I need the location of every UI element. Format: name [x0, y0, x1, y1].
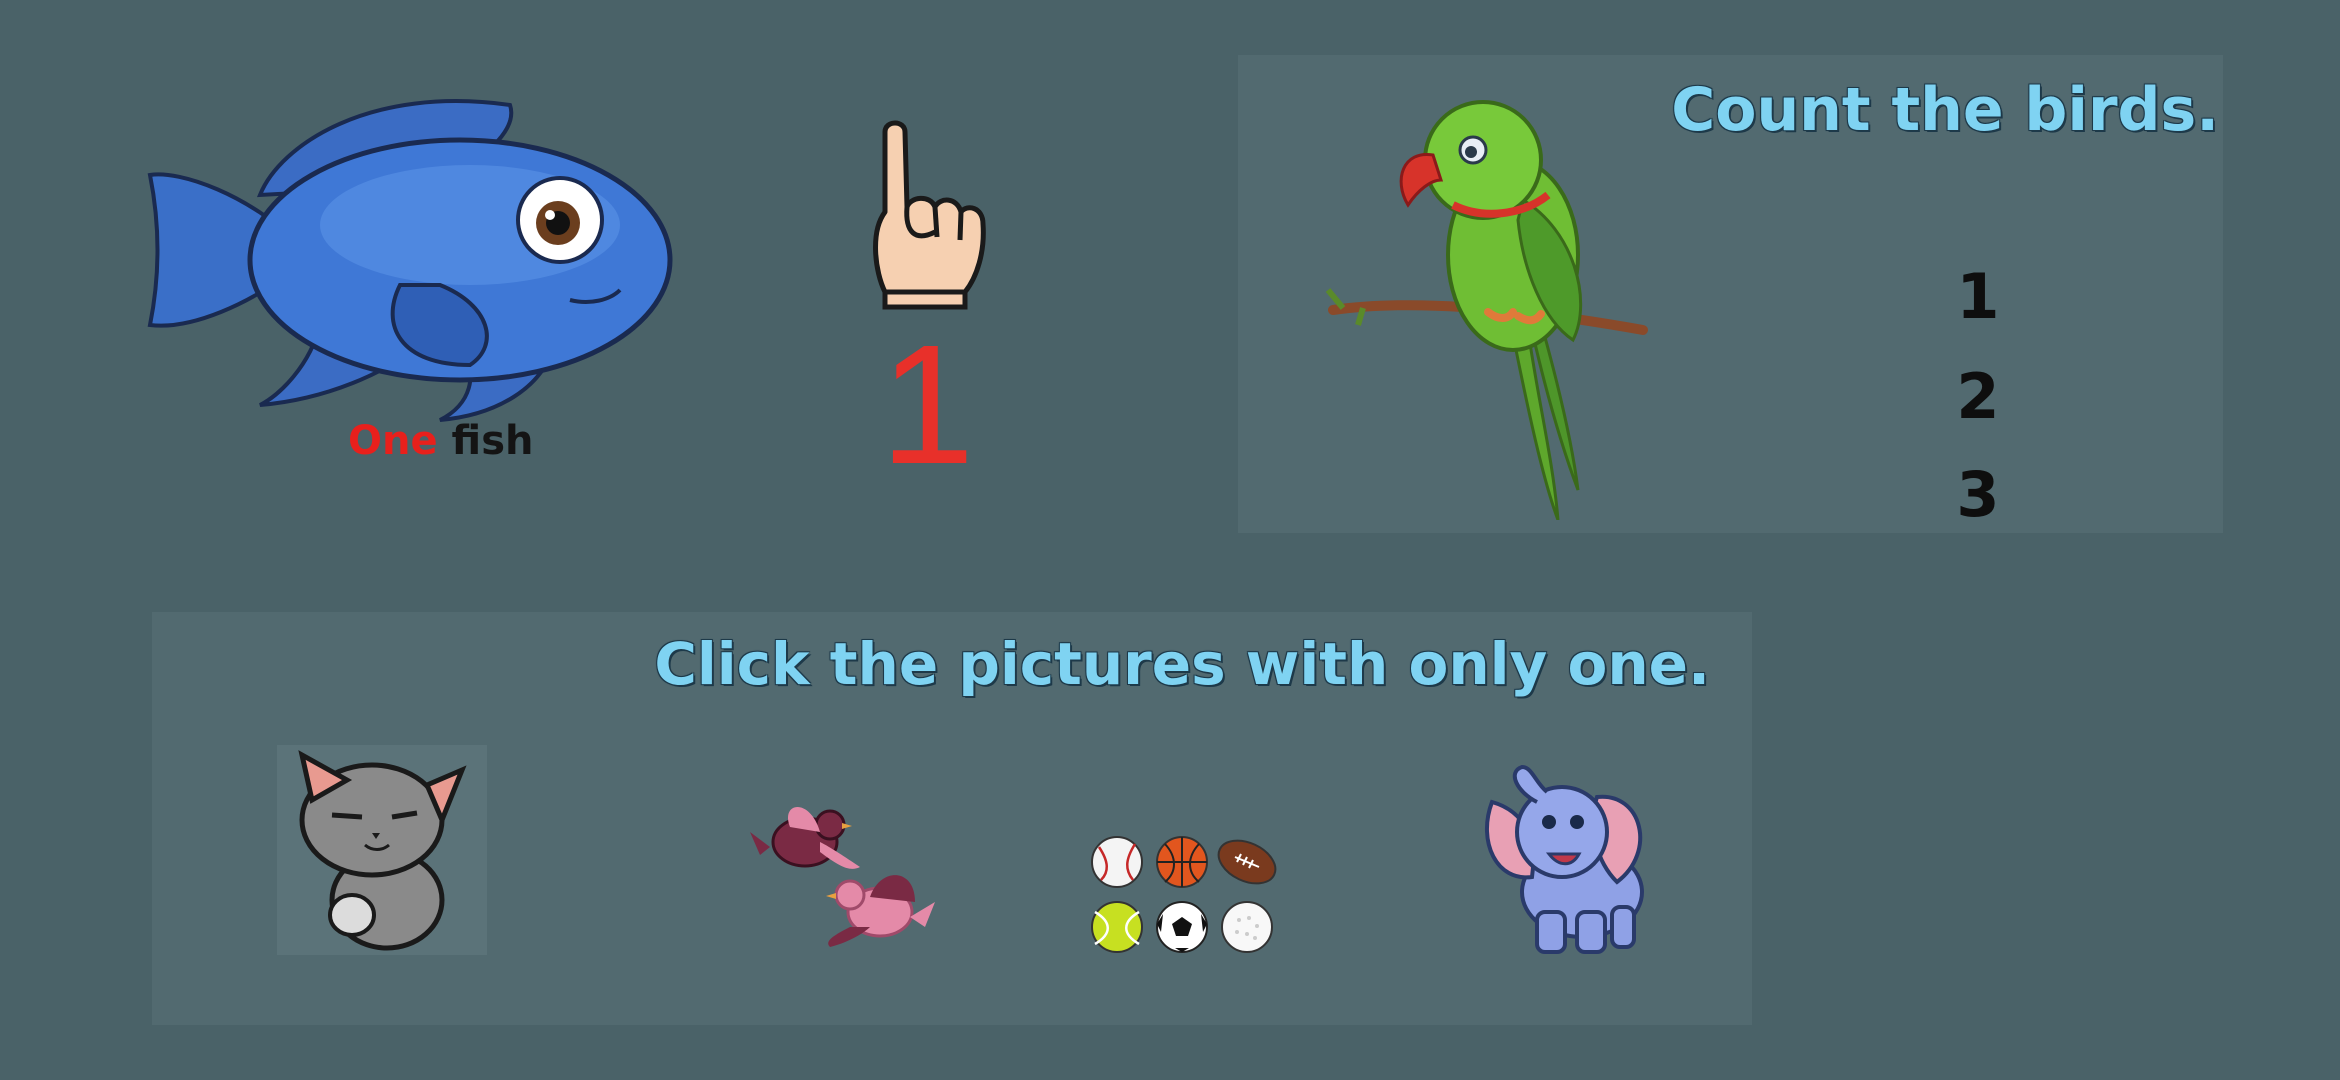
caption-word-fish: fish — [451, 418, 534, 464]
many-balls-picture[interactable] — [1087, 832, 1282, 957]
select-pictures-panel: Click the pictures with only one. — [152, 612, 1752, 1025]
lesson-area: One fish 1 — [0, 0, 1230, 560]
caption-word-one: One — [348, 418, 438, 464]
one-finger-hand-icon — [873, 120, 986, 310]
parrot-image — [1325, 100, 1648, 520]
fish-caption: One fish — [348, 418, 533, 464]
numeral-one: 1 — [880, 310, 975, 500]
one-cat-picture[interactable] — [277, 745, 487, 955]
answer-option-2[interactable]: 2 — [1943, 360, 2013, 433]
two-birds-picture[interactable] — [750, 797, 940, 957]
fish-image — [147, 99, 673, 422]
count-birds-heading: Count the birds. — [1671, 75, 2219, 145]
answer-option-3[interactable]: 3 — [1943, 458, 2013, 531]
answer-option-1[interactable]: 1 — [1943, 260, 2013, 333]
one-elephant-picture[interactable] — [1477, 762, 1662, 957]
count-birds-panel: Count the birds. 1 2 3 — [1238, 55, 2223, 533]
select-pictures-heading: Click the pictures with only one. — [654, 630, 1710, 698]
